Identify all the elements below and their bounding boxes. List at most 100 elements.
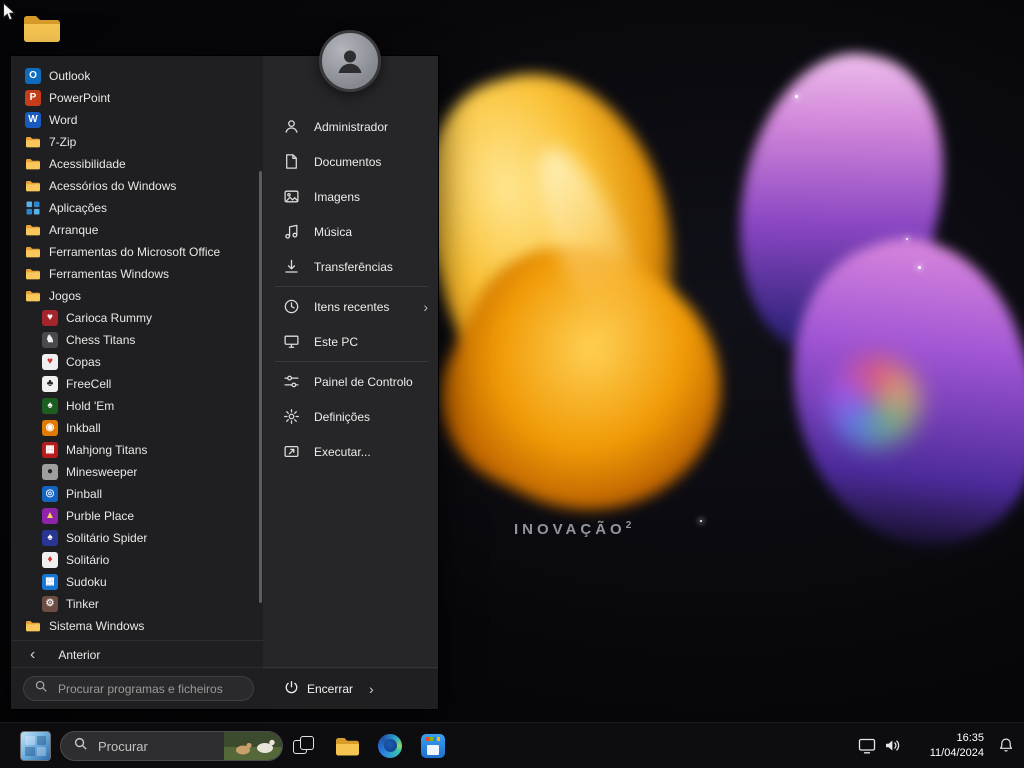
start-program-freecell[interactable]: ♣ FreeCell (11, 373, 259, 395)
user-link-administrador[interactable]: Administrador (263, 109, 438, 144)
start-program-chess-titans[interactable]: ♞ Chess Titans (11, 329, 259, 351)
start-program-aplicacoes[interactable]: Aplicações (11, 197, 259, 219)
mahjong-titans-icon: ▦ (42, 442, 58, 458)
user-link-imagens[interactable]: Imagens (263, 179, 438, 214)
taskbar-search[interactable] (60, 731, 283, 761)
program-label: Minesweeper (66, 465, 138, 479)
user-link-documentos[interactable]: Documentos (263, 144, 438, 179)
wallpaper-caption-exponent: 2 (625, 520, 632, 531)
folder-icon (25, 288, 41, 304)
user-link-painel-de-controlo[interactable]: Painel de Controlo (263, 364, 438, 399)
program-list-scrollbar[interactable] (259, 171, 262, 603)
music-icon (283, 223, 300, 240)
folder-icon (25, 222, 41, 238)
menu-separator (275, 361, 428, 362)
back-label: Anterior (58, 648, 101, 662)
start-program-solitario-spider[interactable]: ♠ Solitário Spider (11, 527, 259, 549)
program-list-pane: O Outlook P PowerPoint W Word 7-Zip Acessibilid… (11, 56, 263, 669)
start-menu-bottom-bar: Encerrar › (11, 667, 438, 709)
start-program-ferramentas-windows[interactable]: Ferramentas Windows (11, 263, 259, 285)
chess-titans-icon: ♞ (42, 332, 58, 348)
start-menu-search[interactable] (23, 676, 254, 701)
wallpaper-rainbow-glow (828, 356, 920, 448)
word-icon: W (25, 112, 41, 128)
user-link-label: Definições (314, 409, 371, 424)
control-panel-icon (283, 373, 300, 390)
program-label: Word (49, 113, 78, 127)
start-program-outlook[interactable]: O Outlook (11, 65, 259, 87)
volume-tray-icon[interactable] (884, 737, 901, 754)
start-program-word[interactable]: W Word (11, 109, 259, 131)
task-view-icon (293, 735, 315, 757)
program-label: Solitário (66, 553, 110, 567)
start-program-purble-place[interactable]: ▲ Purble Place (11, 505, 259, 527)
notifications-button[interactable] (998, 737, 1014, 753)
wallpaper-sparkle (795, 95, 798, 98)
wallpaper-sparkle (700, 520, 702, 522)
folder-icon (25, 156, 41, 172)
folder-icon (25, 266, 41, 282)
wallpaper-caption: INOVAÇÃO2 (514, 520, 632, 538)
user-avatar[interactable] (319, 30, 381, 92)
program-label: Ferramentas do Microsoft Office (49, 245, 221, 259)
start-button[interactable] (20, 731, 51, 761)
user-link-este-pc[interactable]: Este PC (263, 324, 438, 359)
display-tray-icon[interactable] (858, 737, 876, 755)
start-menu-panel: O Outlook P PowerPoint W Word 7-Zip Acessibilid… (10, 55, 439, 710)
program-label: Solitário Spider (66, 531, 148, 545)
file-explorer-button[interactable] (334, 733, 360, 759)
search-highlight-image[interactable] (224, 732, 282, 760)
user-link-executar[interactable]: Executar... (263, 434, 438, 469)
program-label: Pinball (66, 487, 103, 501)
start-program-ferramentas-do-microsoft-office[interactable]: Ferramentas do Microsoft Office (11, 241, 259, 263)
start-program-acessibilidade[interactable]: Acessibilidade (11, 153, 259, 175)
start-program-solitario[interactable]: ♦ Solitário (11, 549, 259, 571)
microsoft-store-button[interactable] (420, 733, 446, 759)
user-link-label: Este PC (314, 334, 359, 349)
start-program-powerpoint[interactable]: P PowerPoint (11, 87, 259, 109)
apps-icon (25, 200, 41, 216)
program-label: Mahjong Titans (66, 443, 148, 457)
program-label: Copas (66, 355, 101, 369)
taskbar-clock[interactable]: 16:35 11/04/2024 (930, 731, 984, 761)
start-program-tinker[interactable]: ⚙ Tinker (11, 593, 259, 615)
program-label: Hold 'Em (66, 399, 115, 413)
user-link-musica[interactable]: Música (263, 214, 438, 249)
start-program-carioca-rummy[interactable]: ♥ Carioca Rummy (11, 307, 259, 329)
start-program-acessorios-do-windows[interactable]: Acessórios do Windows (11, 175, 259, 197)
program-label: 7-Zip (49, 135, 77, 149)
wallpaper-sparkle (906, 238, 908, 240)
start-program-jogos[interactable]: Jogos (11, 285, 259, 307)
document-icon (283, 153, 300, 170)
start-program-minesweeper[interactable]: ● Minesweeper (11, 461, 259, 483)
powerpoint-icon: P (25, 90, 41, 106)
search-icon (73, 736, 88, 756)
program-label: Sudoku (66, 575, 107, 589)
shutdown-button[interactable]: Encerrar › (284, 676, 374, 701)
start-program-sudoku[interactable]: ▦ Sudoku (11, 571, 259, 593)
start-search-input[interactable] (56, 680, 243, 697)
user-link-definicoes[interactable]: Definições (263, 399, 438, 434)
start-program-pinball[interactable]: ◎ Pinball (11, 483, 259, 505)
task-view-button[interactable] (291, 733, 317, 759)
program-label: Acessibilidade (49, 157, 126, 171)
edge-browser-button[interactable] (377, 733, 403, 759)
start-program-mahjong-titans[interactable]: ▦ Mahjong Titans (11, 439, 259, 461)
user-icon (283, 118, 300, 135)
start-program-inkball[interactable]: ◉ Inkball (11, 417, 259, 439)
back-button[interactable]: ‹ Anterior (11, 640, 263, 669)
start-program-copas[interactable]: ♥ Copas (11, 351, 259, 373)
user-link-transferencias[interactable]: Transferências (263, 249, 438, 284)
start-program-arranque[interactable]: Arranque (11, 219, 259, 241)
start-program-sistema-windows[interactable]: Sistema Windows (11, 615, 259, 637)
program-label: Arranque (49, 223, 99, 237)
program-label: Chess Titans (66, 333, 136, 347)
user-link-itens-recentes[interactable]: Itens recentes › (263, 289, 438, 324)
chevron-right-icon[interactable]: › (369, 682, 374, 696)
start-program-7-zip[interactable]: 7-Zip (11, 131, 259, 153)
desktop-folder-icon[interactable] (22, 12, 62, 46)
folder-icon (25, 618, 41, 634)
image-icon (283, 188, 300, 205)
taskbar-search-input[interactable] (96, 737, 216, 755)
start-program-hold-em[interactable]: ♠ Hold 'Em (11, 395, 259, 417)
